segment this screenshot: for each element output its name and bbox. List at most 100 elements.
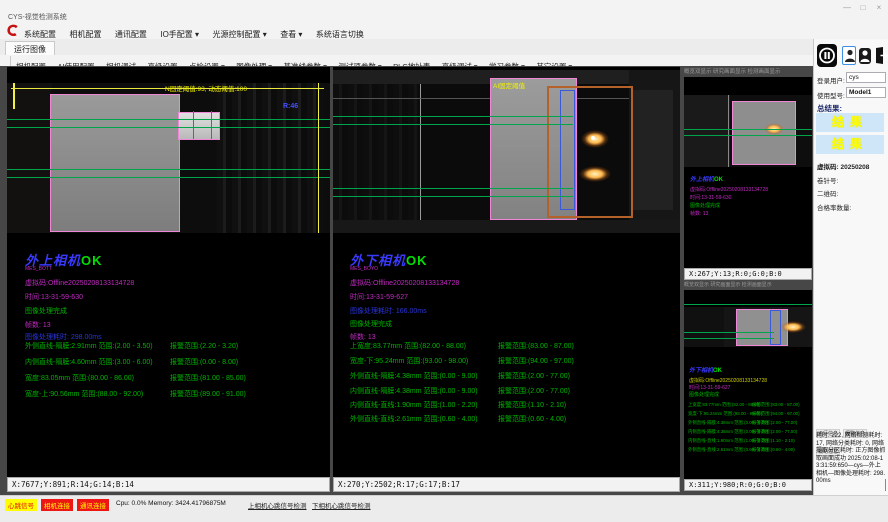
measurement-value: 内侧直线-直线:1.90mm 范围:(1.00 - 2.20) [350,402,478,409]
bottom-camera-heartbeat-link[interactable]: 下相机心跳信号检测 [312,500,371,510]
alarm-range: 报警范围:(89.00 - 91.00) [170,389,246,399]
login-user-button[interactable] [842,46,856,65]
guide-tick [211,111,212,139]
view-mode-selector-b[interactable]: 概览双显示 研究画面显示 检测画面显示 [684,281,812,288]
calibration-line [318,83,319,233]
measurement-row: 上宽度:83.77mm 范围:(82.00 - 88.00) 报警范围:(83.… [350,341,670,351]
comm-connection-badge: 通讯连接 [77,499,109,511]
time-label: 时间:13-31-59-630 [690,195,731,201]
machine-band [333,220,680,233]
frame-count-label: 帧数: 13 [25,320,51,330]
measurement-value: 上宽度:83.77mm 范围:(82.00 - 88.00) [350,343,466,350]
menu-bar: 系统配置 相机配置 通讯配置 IO手配置 ▾ 光源控制配置 ▾ 查看 ▾ 系统语… [0,22,888,39]
alarm-range: 报警范围:(1.10 - 2.10) [498,400,566,410]
measurement-row: 外侧直线-直线:2.61mm 范围:(0.60 - 4.00) 报警范围:(0.… [350,414,670,424]
measurement-value: 外侧直线-隔膜:2.91mm 范围:(2.00 - 3.50) [25,343,153,350]
tab-strip: 运行图像 [0,39,888,56]
measurement-value: 上宽度:83.77mm 范围:(82.00 - 88.00) [688,402,761,407]
measurement-value: 外侧直线-隔膜:4.38mm 范围:(0.00 - 9.00) [350,373,478,380]
camera-name-label: 外上相机 [690,177,714,183]
pause-button[interactable] [817,44,837,67]
alarm-range: 报警范围:(2.00 - 77.00) [498,386,570,396]
alarm-range: 报警范围:(94.00 - 97.00) [752,411,800,417]
frame-count-label: 帧数: 13 [690,211,708,217]
model-label: 使用型号: [817,90,845,100]
guide-line [7,119,330,120]
measurement-row: 外侧直线-隔膜:4.38mm 范围:(0.00 - 9.00) 报警范围:(2.… [688,420,808,426]
weld-glow [581,130,609,148]
app-window: CYS-视觉检测系统 — □ × 系统配置 相机配置 通讯配置 IO手配置 ▾ … [0,0,888,522]
tab-connector-shape [178,112,220,140]
guide-line [684,338,774,339]
process-done-label: 图像处理完成 [689,392,719,398]
result-text: 结果 [832,137,868,151]
alarm-range: 报警范围:(0.60 - 4.00) [498,414,566,424]
camera-panel-outer-bottom: AI固定阈值 外下相机OK MES_BOYO 虚拟码:Offline202502… [333,67,680,477]
mini-image-b[interactable] [684,307,812,347]
login-user-icon [843,52,857,69]
weld-spark [591,136,595,140]
model-input[interactable] [846,87,886,98]
view-mode-selector[interactable]: 概览双显示 研究画面显示 检测画面显示 [684,67,812,75]
result-ok-label: OK [713,368,722,374]
virtual-code-label: 虚拟码:Offline20250208133134728 [689,378,767,384]
user-button[interactable] [859,48,871,64]
top-camera-heartbeat-link[interactable]: 上相机心跳信号检测 [248,500,307,510]
guide-line [333,116,573,117]
guide-line [684,332,774,333]
machine-edge-line [420,70,421,233]
time-label: 时间:13-31-59-627 [350,292,408,302]
camera-image-outer-top[interactable]: N固定阈值:93, 动态阈值:100 R:46 [7,83,330,233]
measurement-row: 外侧直线-直线:2.61mm 范围:(0.60 - 4.00) 报警范围:(0.… [688,447,808,453]
user-icon [859,51,871,68]
result-ok-label: OK [714,177,723,183]
time-label: 时间:13-31-59-627 [689,385,730,391]
mini-result-title: 外下相机OK [689,368,722,374]
measurement-value: 内侧直线-隔膜:4.60mm 范围:(3.00 - 6.00) [25,359,153,366]
log-scrollbar[interactable] [885,479,886,491]
measurement-row: 宽度:83.05mm 范围:(80.00 - 86.00) 报警范围:(81.0… [25,373,325,383]
mini-image-a[interactable] [684,95,812,167]
heartbeat-status-badge: 心跳信号 [5,499,37,511]
guide-line [684,135,812,136]
status-bar: 心跳信号 相机连接 通讯连接 Cpu: 0.0% Memory: 3424.41… [0,495,888,522]
title-bar: CYS-视觉检测系统 — □ × [0,0,888,23]
image-stripe-zone [333,70,420,233]
guide-line [333,188,573,189]
alarm-range: 报警范围:(2.00 - 77.00) [752,429,797,435]
virtual-code-label: 虚拟码: [817,164,839,171]
alarm-range: 报警范围:(83.00 - 87.00) [498,341,574,351]
camera-image-outer-bottom[interactable]: AI固定阈值 [333,70,680,233]
reel-needle-label: 卷针号: [817,175,838,185]
measurement-value: 内侧直线-隔膜:4.38mm 范围:(0.00 - 9.00) [350,388,478,395]
roi-cell-rect [732,101,796,165]
virtual-code-label: 虚拟码:Offline20250208133134728 [25,278,134,288]
camera-name-label: 外下相机 [689,368,713,374]
maximize-button[interactable]: □ [856,3,870,12]
machine-block [633,90,673,210]
pause-icon [817,54,837,71]
minimize-button[interactable]: — [840,3,854,12]
measurement-value: 宽度-上:90.56mm 范围:(88.00 - 92.00) [25,391,143,398]
pixel-coords-outer-bottom: X:270;Y:2502;R:17;G:17;B:17 [333,477,680,492]
virtual-code-label: 虚拟码:Offline20250208133134728 [350,278,459,288]
login-user-input[interactable] [846,72,886,83]
result-ok-label: OK [406,253,428,268]
image-dark-zone [684,307,724,347]
virtual-code-value: 20250208 [840,164,869,171]
weld-glow [579,166,611,182]
time-label: 时间:13-31-59-630 [25,292,83,302]
guide-tick [193,111,194,139]
alarm-range: 报警范围:(1.10 - 2.10) [752,438,795,444]
measurement-row: 内侧直线-隔膜:4.60mm 范围:(3.00 - 6.00) 报警范围:(0.… [25,357,325,367]
exit-button[interactable] [874,46,888,65]
mes-status-label: MES_BOTT [25,266,52,272]
alarm-range: 报警范围:(0.60 - 4.00) [752,447,795,453]
mini-panel-b: 外下相机OK 虚拟码:Offline20250208133134728 时间:1… [684,290,812,479]
camera-connection-badge: 相机连接 [41,499,73,511]
mini-result-title: 外上相机OK [690,177,723,183]
image-stripe-zone [217,83,323,233]
close-button[interactable]: × [872,3,886,12]
guide-line [7,177,330,178]
result-indicator-2: 结果 [816,135,884,154]
